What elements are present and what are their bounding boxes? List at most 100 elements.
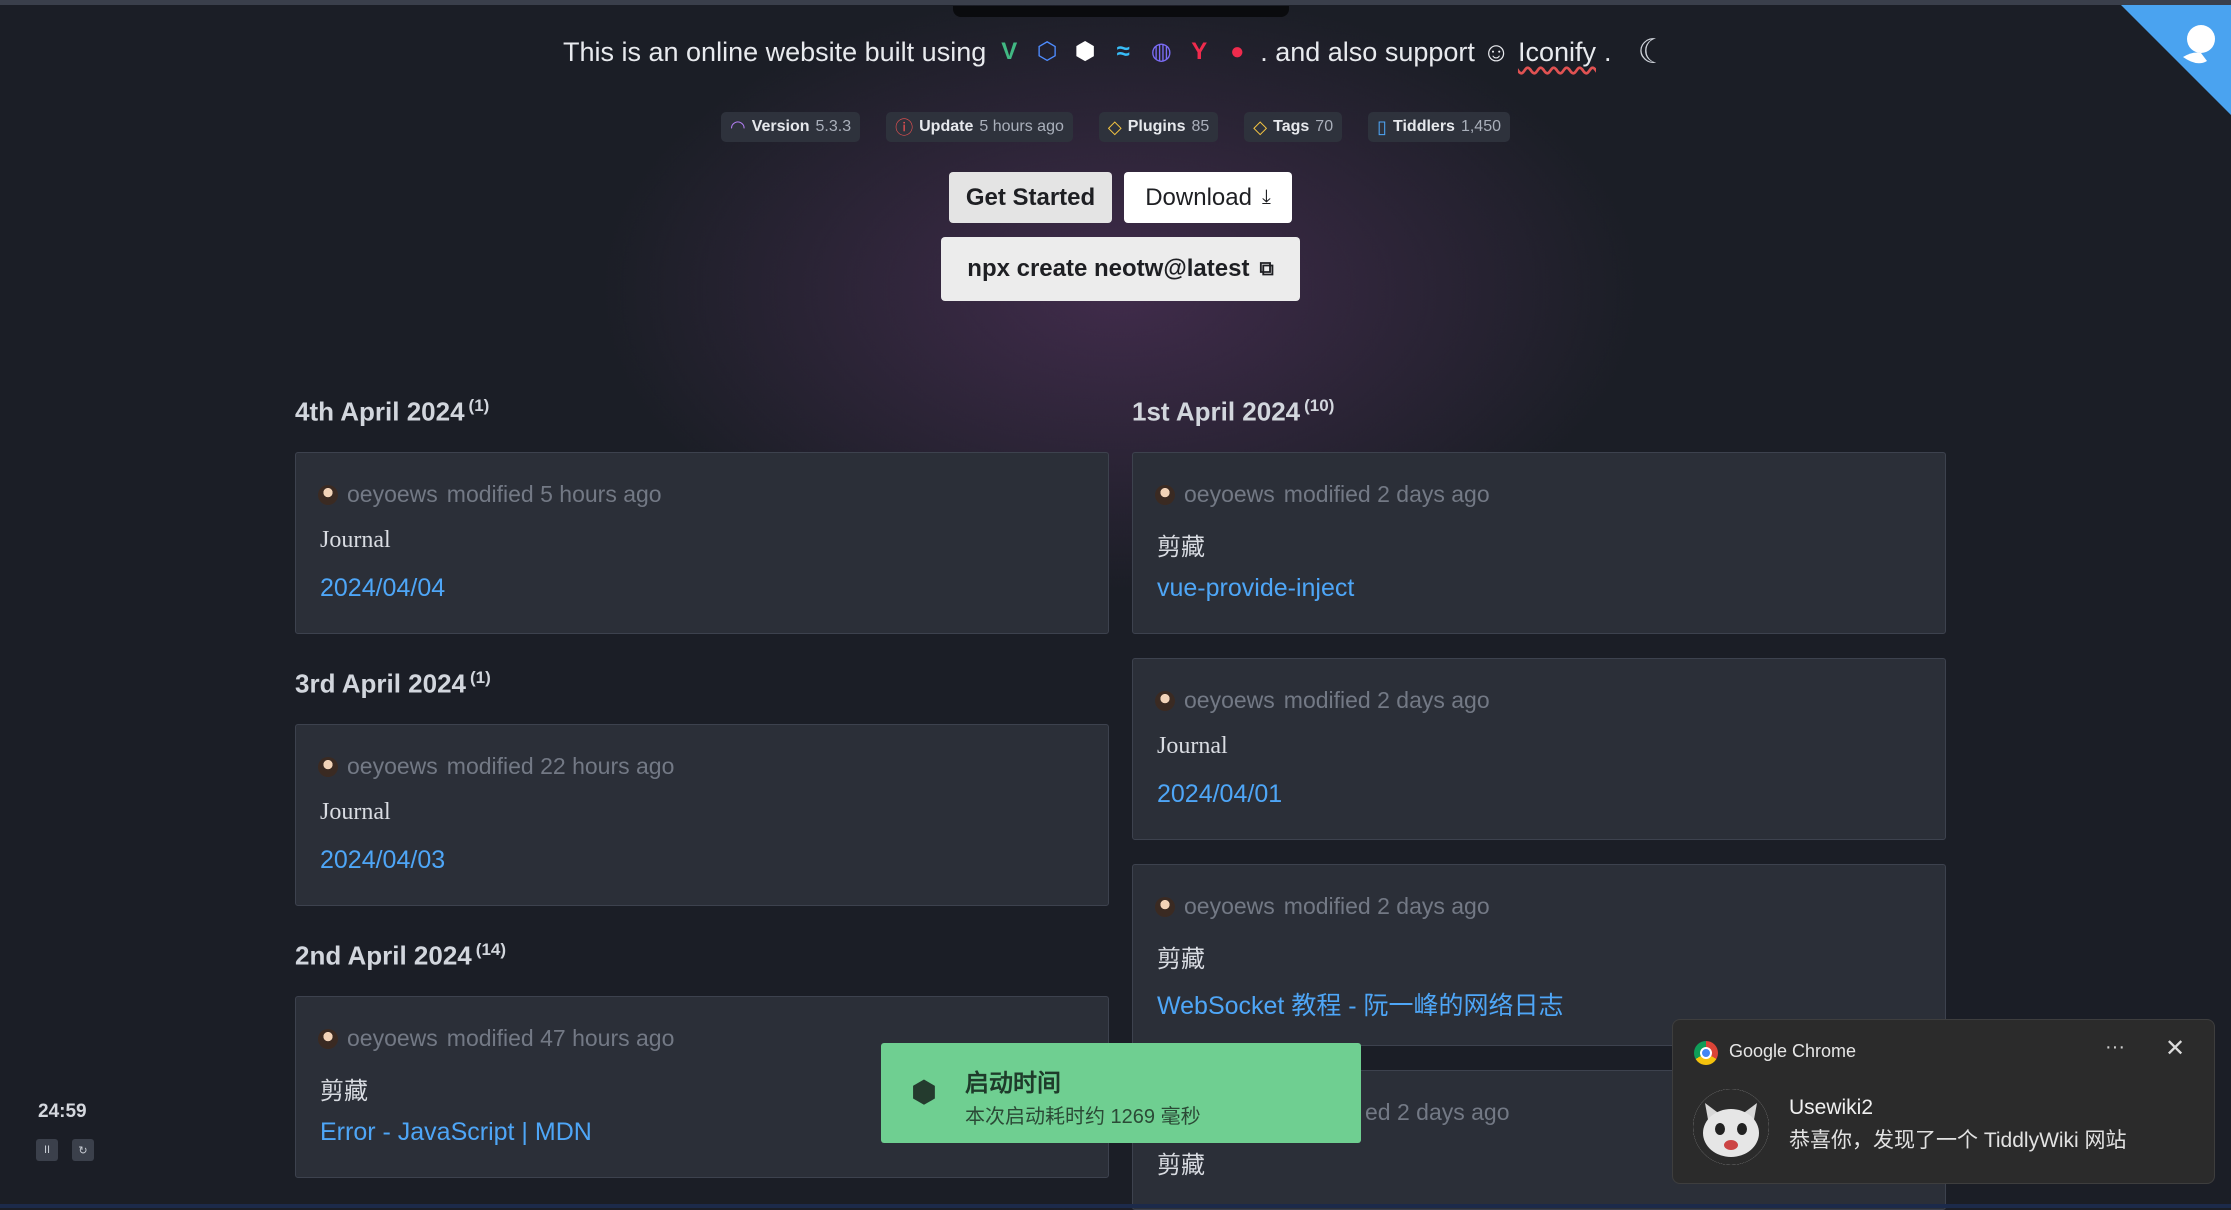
close-button[interactable]: ✕ xyxy=(2165,1034,2185,1063)
card-type: Journal xyxy=(1157,733,1228,759)
badge-value: 5.3.3 xyxy=(815,118,852,135)
notification-title: Usewiki2 xyxy=(1789,1096,1874,1119)
badge-plugins[interactable]: ◇ Plugins 85 xyxy=(1098,112,1219,142)
tailwind-icon[interactable]: ≈ xyxy=(1108,37,1138,67)
alert-circle-icon: ⓘ xyxy=(895,118,914,138)
card-type: Journal xyxy=(320,799,391,825)
date-count: (1) xyxy=(468,396,490,415)
card-type: 剪藏 xyxy=(320,1079,368,1105)
card-meta: ed 2 days ago xyxy=(1365,1099,1510,1126)
card-modified: modified 2 days ago xyxy=(1283,893,1490,919)
date-text: 4th April 2024 xyxy=(295,396,465,427)
date-count: (14) xyxy=(475,940,507,959)
card-type: 剪藏 xyxy=(1157,535,1205,561)
date-heading: 1st April 2024 (10) xyxy=(1132,396,1334,428)
avatar xyxy=(318,1028,338,1049)
card-meta: oeyoews modified 47 hours ago xyxy=(318,1025,674,1052)
notification-app-name: Google Chrome xyxy=(1729,1041,1857,1061)
badge-label: Version xyxy=(751,118,810,135)
badge-value: 1,450 xyxy=(1460,118,1501,135)
card-user: oeyoews xyxy=(347,753,438,779)
tag-icon: ◇ xyxy=(1253,116,1268,137)
card-type: Journal xyxy=(320,527,391,553)
avatar xyxy=(1155,484,1175,505)
avatar xyxy=(318,756,338,777)
tiddlywiki-icon[interactable]: ⬢ xyxy=(1070,37,1100,67)
reset-button[interactable]: ↻ xyxy=(72,1139,94,1161)
date-count: (10) xyxy=(1304,396,1335,415)
tag-icon: ◇ xyxy=(1107,116,1122,137)
y-icon[interactable]: Y xyxy=(1184,37,1214,67)
tiddler-card[interactable]: oeyoews modified 2 days ago Journal 2024/… xyxy=(1132,658,1946,840)
card-user: oeyoews xyxy=(1184,687,1275,713)
startup-toast: ⬢ 启动时间 本次启动耗时约 1269 毫秒 xyxy=(881,1043,1361,1143)
download-button[interactable]: Download ⤓ xyxy=(1124,172,1292,223)
moon-icon[interactable]: ☾ xyxy=(1638,32,1668,72)
npx-command-text: npx create neotw@latest xyxy=(967,255,1250,282)
badge-update[interactable]: ⓘ Update 5 hours ago xyxy=(886,112,1073,142)
card-user: oeyoews xyxy=(1184,893,1275,919)
notification-body: 恭喜你，发现了一个 TiddlyWiki 网站 xyxy=(1789,1129,2127,1152)
badge-label: Tiddlers xyxy=(1393,118,1455,135)
card-link[interactable]: Error - JavaScript | MDN xyxy=(320,1118,592,1147)
download-label: Download xyxy=(1145,183,1252,211)
chrome-icon xyxy=(1694,1041,1718,1065)
cat-avatar-icon xyxy=(1693,1089,1769,1165)
card-link[interactable]: vue-provide-inject xyxy=(1157,574,1354,603)
date-text: 1st April 2024 xyxy=(1132,396,1301,427)
card-modified: modified 22 hours ago xyxy=(446,753,675,779)
tagline-middle: . and also support ☺ xyxy=(1260,36,1510,67)
tiddler-card[interactable]: oeyoews modified 5 hours ago Journal 2024… xyxy=(295,452,1109,634)
tiddler-card[interactable]: oeyoews modified 22 hours ago Journal 202… xyxy=(295,724,1109,906)
badge-label: Plugins xyxy=(1127,118,1186,135)
card-meta: oeyoews modified 5 hours ago xyxy=(318,481,662,508)
card-meta: oeyoews modified 2 days ago xyxy=(1155,481,1490,508)
badge-version[interactable]: ◠ Version 5.3.3 xyxy=(721,112,861,142)
date-text: 3rd April 2024 xyxy=(295,668,467,699)
pomodoro-timer: 24:59 xyxy=(38,1101,87,1122)
card-modified: ed 2 days ago xyxy=(1365,1099,1510,1125)
chrome-notification[interactable]: Google Chrome ··· ✕ Usewiki2 恭喜你，发现了一个 T… xyxy=(1672,1019,2215,1184)
top-border xyxy=(0,0,2231,5)
pause-button[interactable]: II xyxy=(36,1139,58,1161)
card-link[interactable]: 2024/04/04 xyxy=(320,574,445,603)
badge-row: ◠ Version 5.3.3 ⓘ Update 5 hours ago ◇ P… xyxy=(0,112,2231,142)
get-started-button[interactable]: Get Started xyxy=(949,172,1112,223)
card-modified: modified 5 hours ago xyxy=(446,481,662,507)
card-link[interactable]: WebSocket 教程 - 阮一峰的网络日志 xyxy=(1157,986,1564,1022)
card-modified: modified 2 days ago xyxy=(1283,687,1490,713)
tiddlywiki-icon: ⬢ xyxy=(910,1076,938,1109)
date-heading: 3rd April 2024 (1) xyxy=(295,668,491,700)
card-type: 剪藏 xyxy=(1157,1153,1205,1179)
badge-tiddlers[interactable]: ▯ Tiddlers 1,450 xyxy=(1368,112,1510,142)
badge-tags[interactable]: ◇ Tags 70 xyxy=(1244,112,1343,142)
card-user: oeyoews xyxy=(1184,481,1275,507)
github-corner-icon[interactable] xyxy=(2121,5,2231,115)
card-type: 剪藏 xyxy=(1157,947,1205,973)
card-link[interactable]: 2024/04/03 xyxy=(320,846,445,875)
file-icon: ▯ xyxy=(1377,116,1387,137)
toast-body: 本次启动耗时约 1269 毫秒 xyxy=(965,1106,1201,1128)
card-modified: modified 2 days ago xyxy=(1283,481,1490,507)
pinia-icon[interactable]: ◍ xyxy=(1146,37,1176,67)
toast-title: 启动时间 xyxy=(965,1070,1061,1097)
card-meta: oeyoews modified 22 hours ago xyxy=(318,753,674,780)
card-user: oeyoews xyxy=(347,481,438,507)
red-circle-icon[interactable]: ● xyxy=(1222,37,1252,67)
vue-icon[interactable]: V xyxy=(994,37,1024,67)
iconify-link[interactable]: Iconify xyxy=(1518,37,1596,68)
download-icon: ⤓ xyxy=(1261,186,1271,208)
date-text: 2nd April 2024 xyxy=(295,940,472,971)
vite-icon[interactable]: ⬡ xyxy=(1032,37,1062,67)
badge-value: 70 xyxy=(1315,118,1334,135)
tiddler-card[interactable]: oeyoews modified 2 days ago 剪藏 vue-provid… xyxy=(1132,452,1946,634)
badge-value: 5 hours ago xyxy=(979,118,1064,135)
avatar xyxy=(1155,690,1175,711)
tagline: This is an online website built using V … xyxy=(0,30,2231,74)
more-options-button[interactable]: ··· xyxy=(2105,1036,2125,1059)
npx-command-button[interactable]: npx create neotw@latest ⧉ xyxy=(941,237,1300,301)
card-meta: oeyoews modified 2 days ago xyxy=(1155,893,1490,920)
badge-label: Update xyxy=(919,118,974,135)
card-link[interactable]: 2024/04/01 xyxy=(1157,780,1282,809)
card-user: oeyoews xyxy=(347,1025,438,1051)
